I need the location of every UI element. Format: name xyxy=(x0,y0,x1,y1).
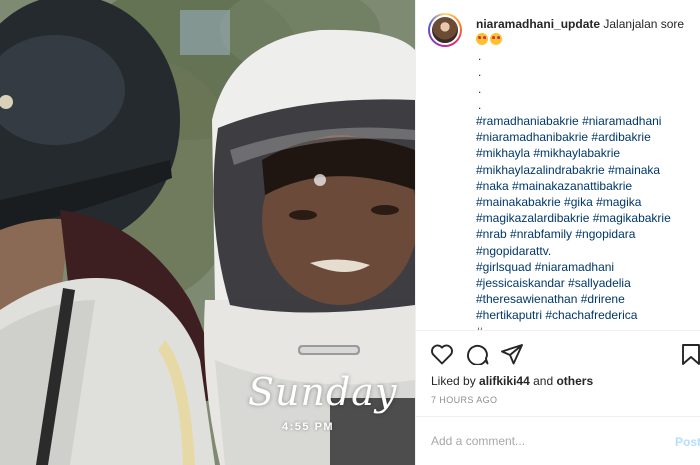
hashtag-list: #ramadhaniabakrie #niaramadhani #niarama… xyxy=(476,113,696,330)
username-link[interactable]: niaramadhani_update xyxy=(476,17,600,31)
hashtag-line[interactable]: #mainakabakrie #gika #magika xyxy=(476,194,696,210)
comment-bar: Post xyxy=(416,416,700,465)
liked-by-line: Liked by alifkiki44 and others xyxy=(431,374,593,388)
hashtag-line[interactable]: #theresawienathan #drirene xyxy=(476,291,696,307)
hashtag-line[interactable]: #mikhaylazalindrabakrie #mainaka xyxy=(476,162,696,178)
avatar[interactable] xyxy=(428,13,462,47)
heart-eyes-emoji-icon xyxy=(476,33,488,46)
caption-dot: . xyxy=(478,97,482,112)
caption-text: Jalanjalan sore xyxy=(603,17,685,31)
liked-by-prefix: Liked by xyxy=(431,374,476,388)
smiling-hearts-emoji-icon xyxy=(490,33,502,46)
hashtag-line[interactable]: #niaramadhanibakrie #ardibakrie xyxy=(476,129,696,145)
post-caption-area: niaramadhani_update Jalanjalan sore . . … xyxy=(416,0,700,330)
liked-by-and: and xyxy=(533,374,554,388)
post-timestamp[interactable]: 7 HOURS AGO xyxy=(431,395,497,405)
hashtag-line[interactable]: #ngopidarattv. xyxy=(476,243,696,259)
caption-dot: . xyxy=(478,65,482,80)
share-icon[interactable] xyxy=(500,343,524,370)
hashtag-line[interactable]: #ramadhaniabakrie #niaramadhani xyxy=(476,113,696,129)
hashtag-line[interactable]: #girlsquad #niaramadhani xyxy=(476,259,696,275)
hashtag-line[interactable]: #mikhayla #mikhaylabakrie xyxy=(476,145,696,161)
comment-icon[interactable] xyxy=(465,343,489,370)
liked-by-others-link[interactable]: others xyxy=(556,374,593,388)
post-details-panel: niaramadhani_update Jalanjalan sore . . … xyxy=(415,0,700,465)
emoji-row xyxy=(476,32,696,48)
hashtag-line[interactable]: #naka #mainakazanattibakrie xyxy=(476,178,696,194)
post-comment-button[interactable]: Post xyxy=(675,435,700,449)
caption-dot: . xyxy=(478,49,482,64)
hashtag-line[interactable]: #jessicaiskandar #sallyadelia xyxy=(476,275,696,291)
post-media[interactable]: Sunday 4:55 PM xyxy=(0,0,415,465)
caption: niaramadhani_update Jalanjalan sore . . … xyxy=(476,16,696,330)
hashtag-line[interactable]: #magikazalardibakrie #magikabakrie xyxy=(476,210,696,226)
hashtag-line[interactable]: #hertikaputri #chachafrederica xyxy=(476,307,696,323)
liked-by-user-link[interactable]: alifkiki44 xyxy=(479,374,530,388)
hashtag-line[interactable]: #nrab #nrabfamily #ngopidara xyxy=(476,226,696,242)
heart-icon[interactable] xyxy=(430,343,454,370)
comment-input[interactable] xyxy=(431,434,671,448)
story-time-sticker: 4:55 PM xyxy=(282,421,335,433)
avatar-image xyxy=(430,15,460,45)
story-day-sticker: Sunday xyxy=(248,370,398,414)
caption-dot: . xyxy=(478,81,482,96)
bookmark-icon[interactable] xyxy=(680,343,700,370)
